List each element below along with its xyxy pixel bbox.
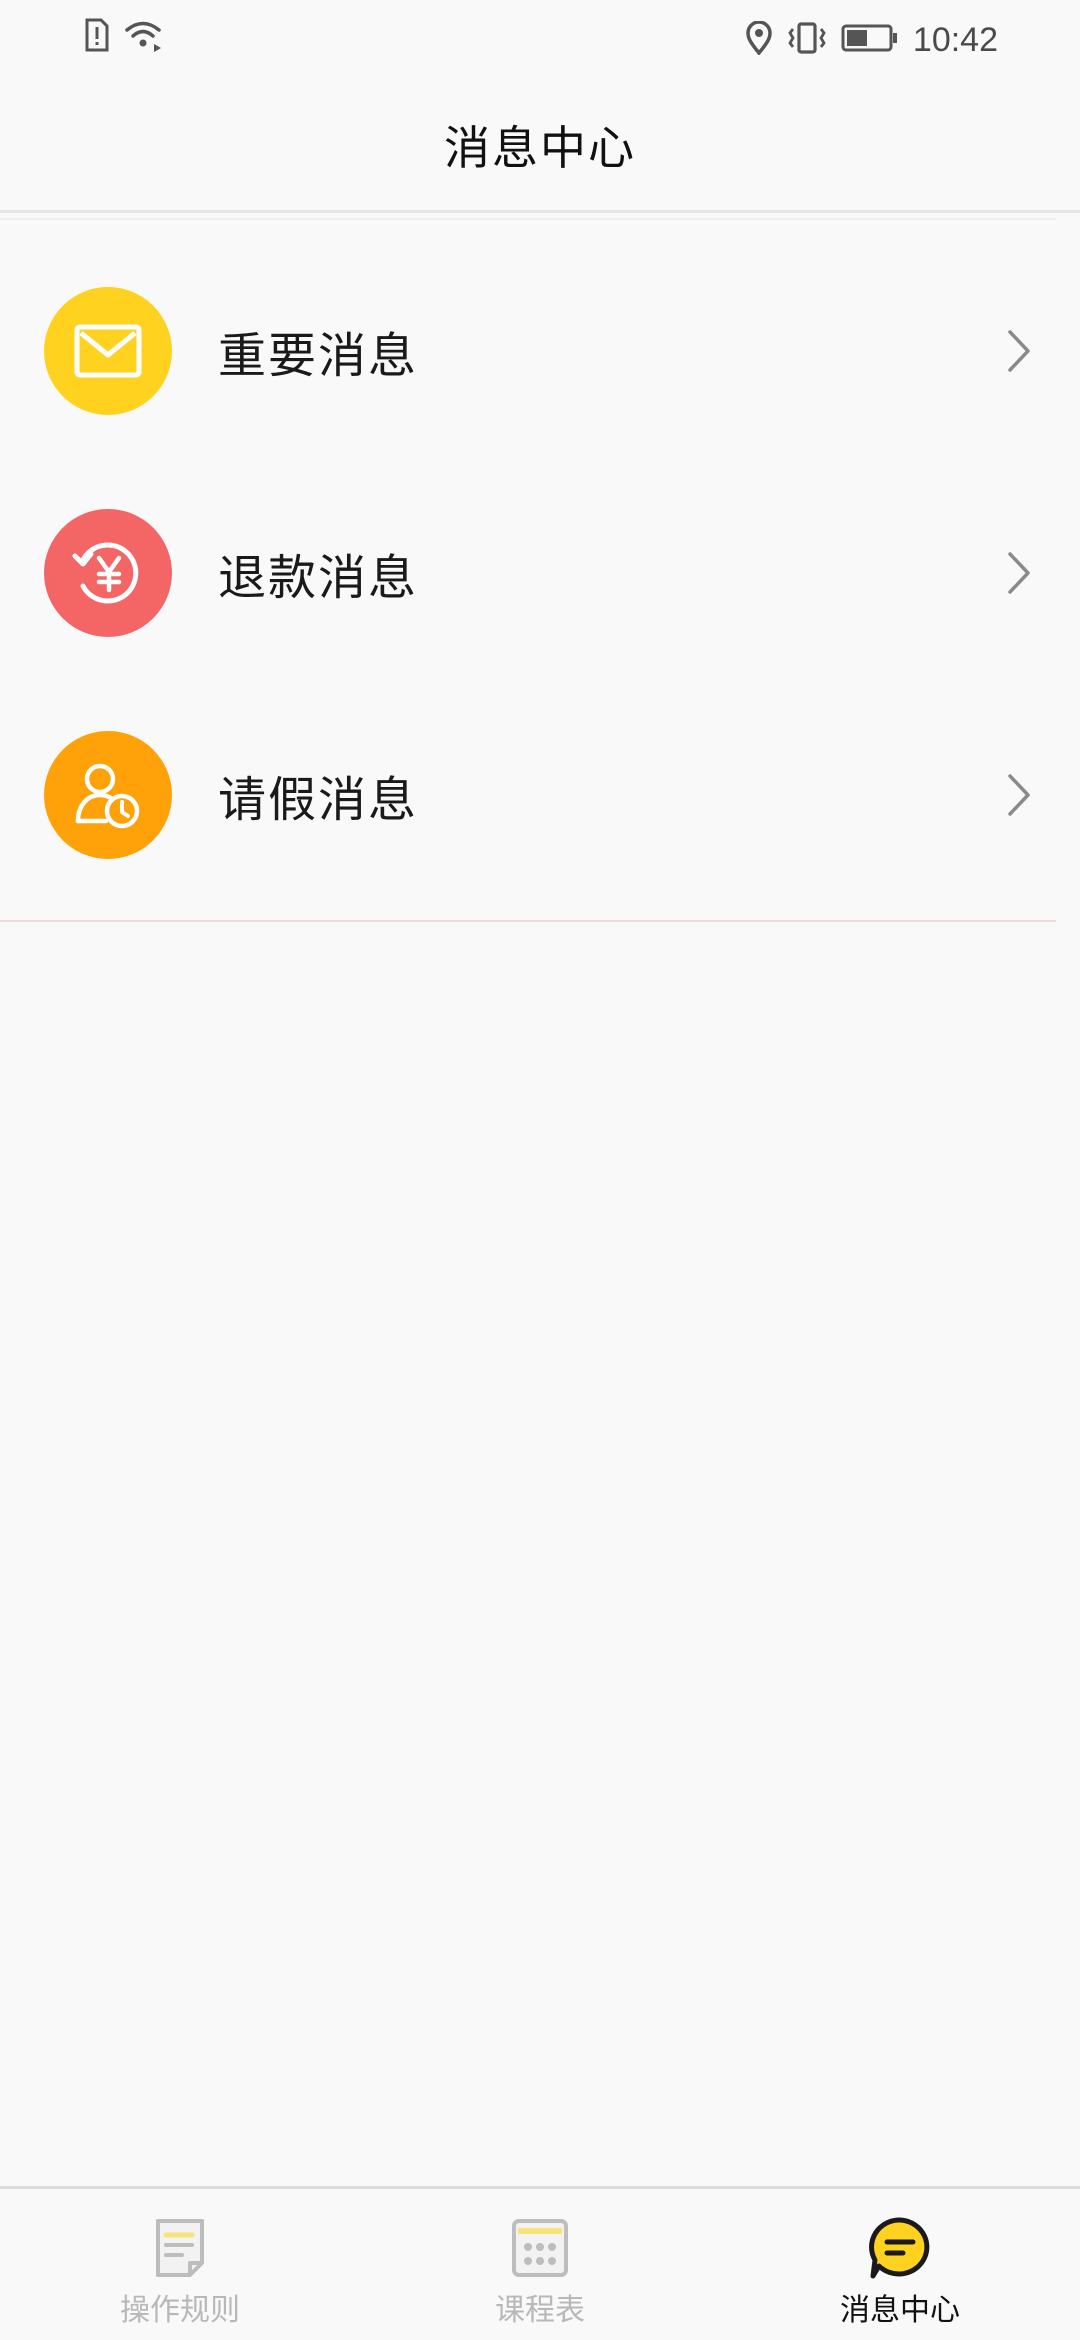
header-divider [0, 210, 1080, 213]
bottom-nav: 操作规则 课程表 消息中心 [0, 2186, 1080, 2340]
chevron-right-icon [1008, 552, 1030, 594]
list-item-label: 退款消息 [218, 550, 419, 606]
nav-label: 消息中心 [840, 2293, 960, 2328]
list-item-important-messages[interactable]: 重要消息 [0, 240, 1080, 462]
battery-icon [841, 23, 899, 57]
message-bubble-icon [865, 2215, 935, 2281]
rules-doc-icon [145, 2215, 215, 2281]
message-center-screen: 10:42 消息中心 重要消息 退款消息 请假消息 操作规则 课程表 消息中心 [0, 0, 1080, 2340]
status-left-icons [84, 18, 164, 56]
message-list: 重要消息 退款消息 请假消息 [0, 240, 1080, 906]
location-icon [745, 20, 773, 59]
page-title: 消息中心 [444, 121, 636, 175]
chevron-right-icon [1008, 774, 1030, 816]
nav-item-message-center[interactable]: 消息中心 [780, 2189, 1020, 2340]
leave-icon [44, 731, 172, 859]
mail-icon [44, 287, 172, 415]
sim-alert-icon [84, 18, 110, 56]
vibrate-icon [787, 21, 827, 59]
list-item-leave-messages[interactable]: 请假消息 [0, 684, 1080, 906]
app-header: 消息中心 [0, 80, 1080, 210]
list-item-refund-messages[interactable]: 退款消息 [0, 462, 1080, 684]
nav-label: 课程表 [495, 2293, 585, 2328]
status-right-icons: 10:42 [745, 18, 998, 62]
list-item-label: 请假消息 [218, 772, 419, 828]
wifi-icon [124, 18, 164, 56]
header-divider-secondary [0, 218, 1056, 220]
status-time: 10:42 [912, 21, 998, 59]
refund-icon [44, 509, 172, 637]
nav-item-schedule[interactable]: 课程表 [420, 2189, 660, 2340]
nav-item-rules[interactable]: 操作规则 [60, 2189, 300, 2340]
list-bottom-divider [0, 920, 1056, 922]
nav-label: 操作规则 [120, 2293, 240, 2328]
list-item-label: 重要消息 [218, 328, 419, 384]
chevron-right-icon [1008, 330, 1030, 372]
status-bar: 10:42 [0, 0, 1080, 80]
calendar-icon [505, 2215, 575, 2281]
